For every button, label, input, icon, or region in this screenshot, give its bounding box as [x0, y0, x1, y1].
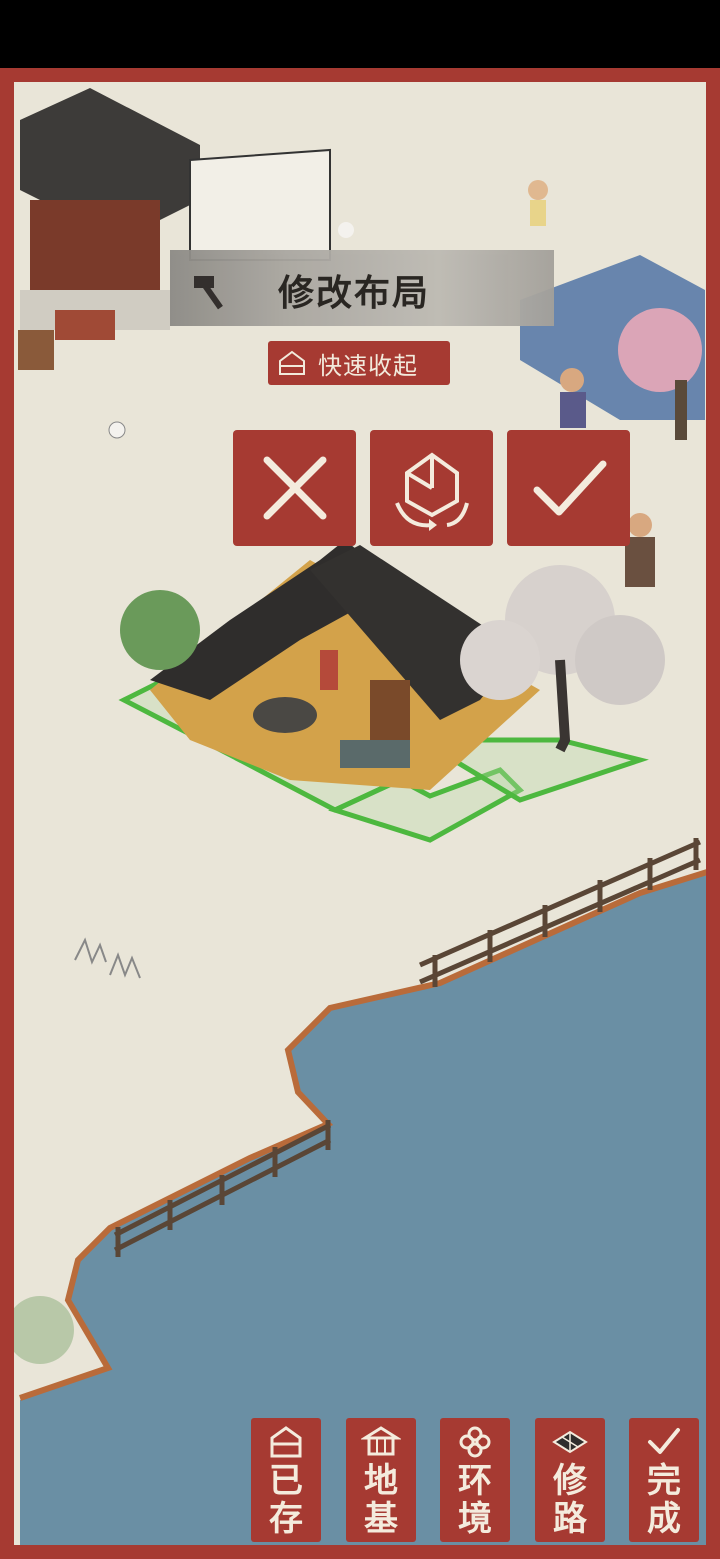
stored-label-1: 已	[269, 1461, 303, 1501]
foundation-label-1: 地	[364, 1461, 398, 1501]
finish-button[interactable]: 完 成	[629, 1418, 699, 1542]
flower-icon	[459, 1426, 491, 1458]
page-title: 修改布局	[278, 272, 431, 314]
foundation-label-2: 基	[364, 1499, 398, 1539]
quick-store-label: 快速收起	[318, 351, 418, 380]
environment-label-1: 环	[458, 1461, 492, 1501]
quick-store-button[interactable]: 快速收起	[268, 341, 450, 385]
cat	[108, 421, 126, 439]
hammer-icon	[194, 276, 223, 310]
check-icon	[533, 460, 606, 516]
grass-tuft-2	[109, 952, 141, 979]
layout-mode-banner: 修改布局	[170, 250, 554, 326]
cross-icon	[263, 456, 326, 520]
status-bar	[0, 0, 720, 68]
finish-label-2: 成	[647, 1499, 681, 1539]
road-label-1: 修	[553, 1461, 587, 1501]
confirm-button[interactable]	[507, 430, 630, 546]
finish-label-1: 完	[647, 1461, 681, 1501]
foundation-icon	[361, 1426, 401, 1456]
green-bush	[120, 590, 200, 670]
road-button[interactable]: 修 路	[535, 1418, 605, 1542]
stored-button[interactable]: 已 存	[251, 1418, 321, 1542]
rotate-house-icon	[394, 452, 469, 531]
house-box-icon	[279, 350, 305, 375]
road-label-2: 路	[553, 1499, 587, 1539]
stored-box-icon	[270, 1426, 302, 1458]
game-scene[interactable]: 修改布局 快速收起 已 存 地 基 环 境 修 路 完 成	[0, 68, 720, 1559]
foundation-button[interactable]: 地 基	[346, 1418, 416, 1542]
stored-label-2: 存	[269, 1499, 303, 1539]
duck	[338, 222, 354, 238]
grass-tuft	[74, 937, 107, 965]
environment-button[interactable]: 环 境	[440, 1418, 510, 1542]
road-tile-icon	[552, 1430, 588, 1454]
villager-woman	[560, 368, 584, 392]
rotate-button[interactable]	[370, 430, 493, 546]
tiled-house-topleft	[18, 88, 331, 370]
cancel-button[interactable]	[233, 430, 356, 546]
villager-child	[528, 180, 548, 200]
check-icon	[648, 1428, 680, 1454]
environment-label-2: 境	[458, 1499, 492, 1539]
grassy-bank	[6, 1296, 74, 1364]
villager-man-right	[628, 513, 652, 537]
blossom-tree-topright	[618, 308, 702, 392]
